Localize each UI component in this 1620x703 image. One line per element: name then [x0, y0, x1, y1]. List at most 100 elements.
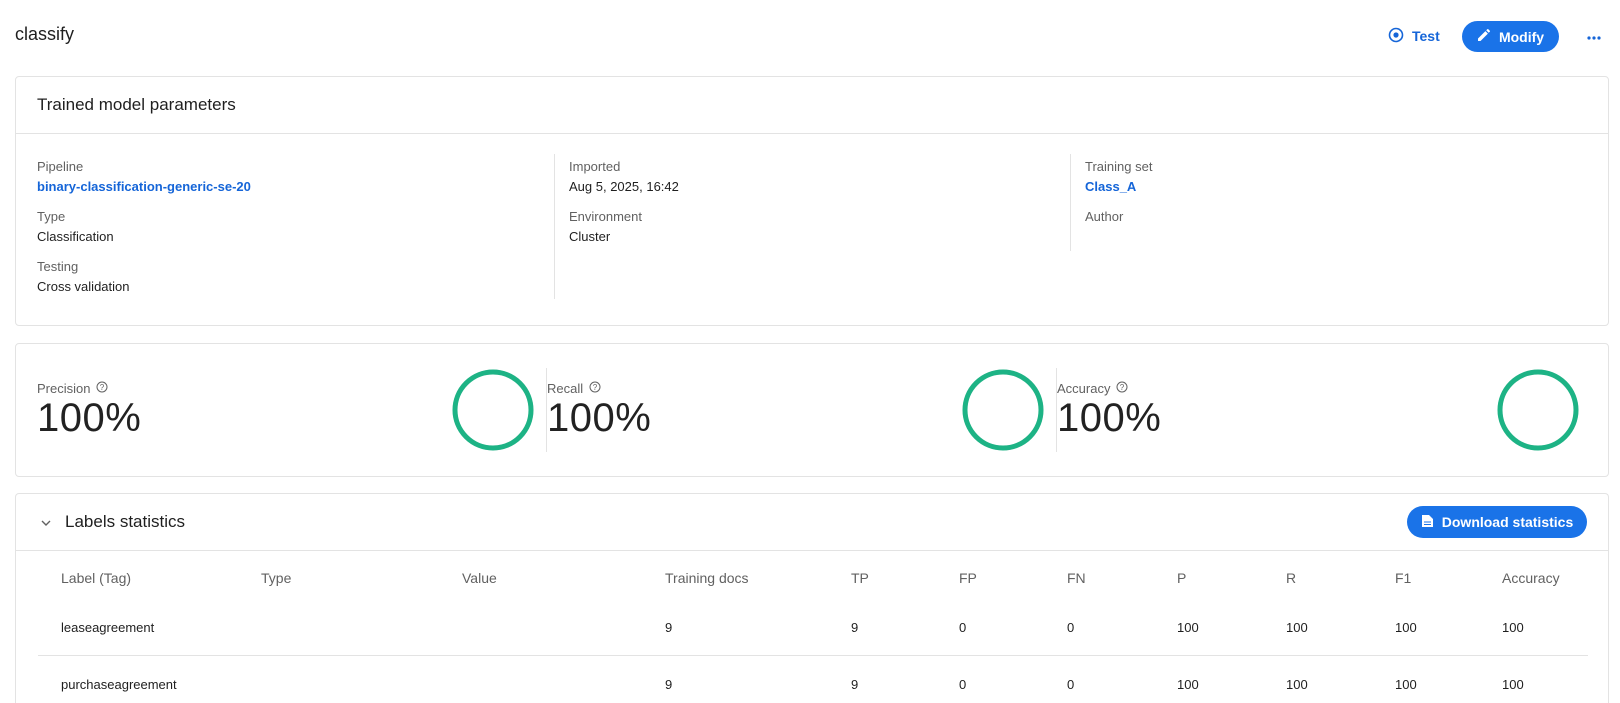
labels-statistics-header: Labels statistics Download statistics	[16, 494, 1608, 551]
table-cell: 9	[665, 620, 673, 635]
table-cell: 100	[1395, 620, 1417, 635]
svg-text:?: ?	[100, 383, 105, 392]
metric-label: Precision ?	[37, 381, 108, 396]
field-label: Environment	[569, 209, 642, 224]
column-header[interactable]: R	[1286, 570, 1296, 586]
parameters-column-1: Pipeline binary-classification-generic-s…	[37, 158, 547, 308]
more-horizontal-icon	[1587, 27, 1601, 45]
field-label: Training set	[1085, 159, 1153, 174]
metric-label: Recall ?	[547, 381, 601, 396]
svg-text:?: ?	[1120, 383, 1125, 392]
column-header[interactable]: Training docs	[665, 570, 749, 586]
help-icon[interactable]: ?	[589, 381, 601, 396]
parameters-column-3: Training set Class_A Author	[1085, 158, 1585, 258]
metric-label-text: Accuracy	[1057, 381, 1111, 396]
parameters-grid: Pipeline binary-classification-generic-s…	[16, 134, 1608, 325]
training-set-link[interactable]: Class_A	[1085, 178, 1585, 195]
table-row[interactable]: purchaseagreement 9 9 0 0 100 100 100 10…	[38, 656, 1588, 703]
svg-text:?: ?	[593, 383, 598, 392]
test-button-label: Test	[1412, 28, 1440, 44]
modify-button[interactable]: Modify	[1462, 21, 1559, 52]
modify-button-label: Modify	[1498, 28, 1545, 45]
pipeline-link[interactable]: binary-classification-generic-se-20	[37, 178, 547, 195]
help-icon[interactable]: ?	[1116, 381, 1128, 396]
labels-statistics-title: Labels statistics	[65, 512, 185, 531]
precision-metric: Precision ? 100%	[16, 344, 546, 476]
pencil-icon	[1477, 28, 1491, 45]
download-statistics-label: Download statistics	[1441, 514, 1574, 530]
chevron-down-icon[interactable]	[38, 515, 54, 531]
metric-label-text: Recall	[547, 381, 584, 396]
metrics-card: Precision ? 100% Recall ? 100% Accuracy	[15, 343, 1609, 477]
metric-value: 100%	[547, 396, 652, 440]
table-cell: 100	[1177, 677, 1199, 692]
column-header[interactable]: FP	[959, 570, 977, 586]
column-header[interactable]: F1	[1395, 570, 1411, 586]
target-icon	[1388, 27, 1404, 46]
card-title: Trained model parameters	[16, 77, 1608, 134]
author-field: Author	[1085, 208, 1585, 258]
column-header[interactable]: Value	[462, 570, 497, 586]
table-cell: 0	[959, 677, 967, 692]
table-cell: 0	[959, 620, 967, 635]
recall-metric: Recall ? 100%	[526, 344, 1056, 476]
field-label: Imported	[569, 159, 621, 174]
metric-value: 100%	[1057, 396, 1162, 440]
page-title: classify	[15, 24, 75, 44]
parameters-column-2: Imported Aug 5, 2025, 16:42 Environment …	[569, 158, 1064, 258]
table-cell: 0	[1067, 620, 1075, 635]
table-cell: 100	[1502, 677, 1524, 692]
labels-statistics-card: Labels statistics Download statistics La…	[15, 493, 1609, 703]
environment-field: Environment Cluster	[569, 208, 1064, 258]
column-header[interactable]: TP	[851, 570, 869, 586]
table-cell: leaseagreement	[61, 620, 155, 635]
table-header-row: Label (Tag) Type Value Training docs TP …	[38, 551, 1588, 599]
field-value: Cluster	[569, 229, 611, 244]
progress-ring	[962, 369, 1044, 451]
training-set-field: Training set Class_A	[1085, 158, 1585, 208]
column-divider	[1070, 154, 1071, 251]
document-icon	[1421, 514, 1434, 531]
labels-statistics-table: Label (Tag) Type Value Training docs TP …	[38, 551, 1588, 703]
pipeline-field: Pipeline binary-classification-generic-s…	[37, 158, 547, 208]
table-cell: purchaseagreement	[61, 677, 177, 692]
table-cell: 100	[1177, 620, 1199, 635]
more-options-button[interactable]	[1580, 22, 1608, 50]
progress-ring	[452, 369, 534, 451]
table-cell: 9	[665, 677, 673, 692]
testing-field: Testing Cross validation	[37, 258, 547, 308]
field-value: Cross validation	[37, 279, 130, 294]
table-cell: 9	[851, 677, 859, 692]
field-label: Pipeline	[37, 159, 84, 174]
download-statistics-button[interactable]: Download statistics	[1407, 506, 1587, 538]
column-divider	[554, 154, 555, 299]
metric-label: Accuracy ?	[1057, 381, 1128, 396]
field-label: Type	[37, 209, 66, 224]
column-header[interactable]: Type	[261, 570, 291, 586]
column-header[interactable]: Accuracy	[1502, 570, 1560, 586]
accuracy-metric: Accuracy ? 100%	[1036, 344, 1596, 476]
field-label: Author	[1085, 209, 1124, 224]
column-header[interactable]: P	[1177, 570, 1186, 586]
table-cell: 100	[1395, 677, 1417, 692]
table-row[interactable]: leaseagreement 9 9 0 0 100 100 100 100	[38, 599, 1588, 656]
field-value: Classification	[37, 229, 114, 244]
type-field: Type Classification	[37, 208, 547, 258]
table-cell: 100	[1286, 620, 1308, 635]
table-cell: 100	[1502, 620, 1524, 635]
model-parameters-card: Trained model parameters Pipeline binary…	[15, 76, 1609, 326]
help-icon[interactable]: ?	[96, 381, 108, 396]
progress-ring	[1497, 369, 1579, 451]
top-bar: classify Test Modify	[0, 0, 1620, 72]
column-header[interactable]: Label (Tag)	[61, 570, 131, 586]
table-cell: 9	[851, 620, 859, 635]
table-cell: 100	[1286, 677, 1308, 692]
column-header[interactable]: FN	[1067, 570, 1086, 586]
table-cell: 0	[1067, 677, 1075, 692]
imported-field: Imported Aug 5, 2025, 16:42	[569, 158, 1064, 208]
test-button[interactable]: Test	[1388, 22, 1440, 50]
field-label: Testing	[37, 259, 79, 274]
field-value: Aug 5, 2025, 16:42	[569, 179, 679, 194]
metric-label-text: Precision	[37, 381, 91, 396]
metric-value: 100%	[37, 396, 142, 440]
